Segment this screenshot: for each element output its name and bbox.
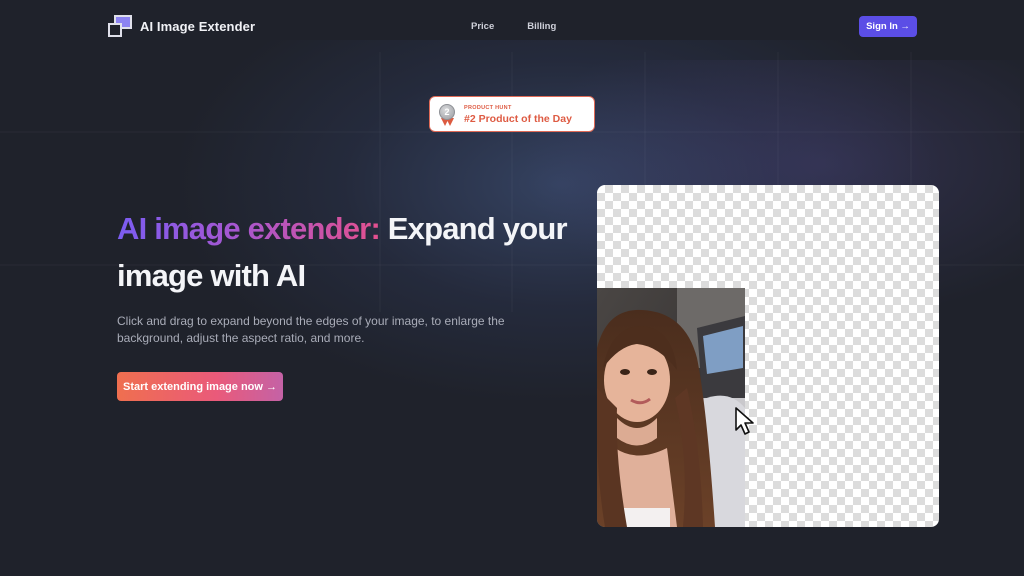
silver-medal-icon: 2 <box>439 104 455 126</box>
nav-links: Price Billing <box>471 21 556 32</box>
top-navbar: AI Image Extender Price Billing Sign In … <box>0 0 1024 54</box>
headline-highlight: AI image extender: <box>117 211 381 246</box>
badge-title: #2 Product of the Day <box>464 113 572 125</box>
badge-source-label: PRODUCT HUNT <box>464 105 512 111</box>
nav-link-billing[interactable]: Billing <box>527 21 556 32</box>
start-extending-button[interactable]: Start extending image now → <box>117 372 283 401</box>
mouse-pointer-icon <box>735 407 754 435</box>
hero-description: Click and drag to expand beyond the edge… <box>117 314 505 345</box>
brand[interactable]: AI Image Extender <box>108 15 255 37</box>
nav-link-price[interactable]: Price <box>471 21 494 32</box>
overlapping-squares-logo-icon <box>108 15 132 37</box>
brand-name: AI Image Extender <box>140 18 256 34</box>
image-extension-canvas[interactable] <box>597 185 939 527</box>
product-hunt-badge[interactable]: 2 PRODUCT HUNT #2 Product of the Day <box>429 96 595 132</box>
hero-headline: AI image extender: Expand your image wit… <box>117 205 587 299</box>
portrait-photo[interactable] <box>597 288 745 527</box>
sign-in-button[interactable]: Sign In → <box>859 16 917 37</box>
